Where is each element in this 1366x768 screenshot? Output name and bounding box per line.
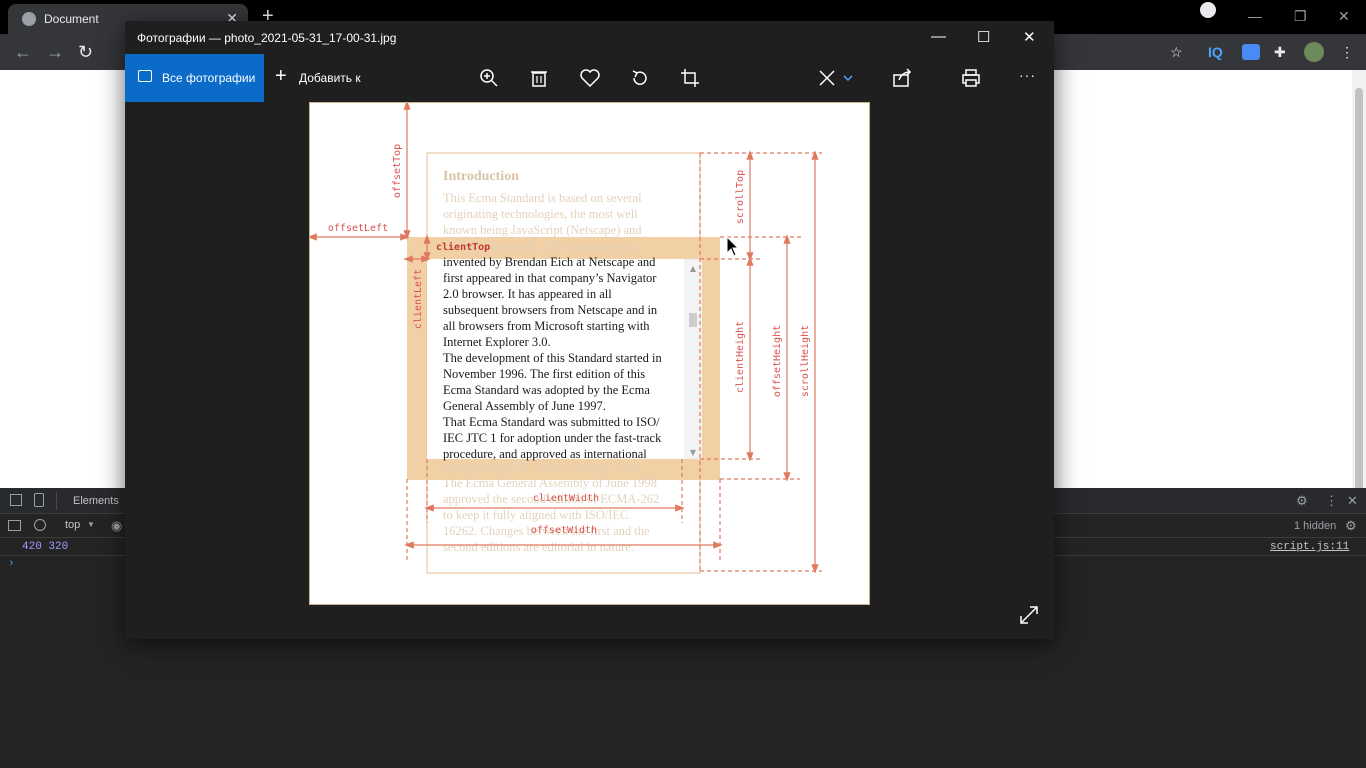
label-scroll-top: scrollTop [735,170,746,224]
crop-icon[interactable] [678,66,702,90]
inner-scrollbar-thumb [689,313,697,327]
svg-text:▼: ▼ [690,448,697,457]
rotate-icon[interactable] [628,66,652,90]
avatar[interactable] [1304,42,1324,62]
document-text-line: General Assembly of June 1997. [443,399,606,413]
profile-menu-icon[interactable] [1200,2,1216,18]
faded-text-line: standard ISO/IEC 16262, in April 1998. [443,460,643,474]
globe-icon [22,12,36,26]
faded-text-line: second editions are editorial in nature. [443,540,634,554]
inspect-element-icon[interactable] [10,494,22,506]
document-text-line: first appeared in that company’s Navigat… [443,271,657,285]
label-offset-top: offsetTop [392,144,403,198]
document-text-line: The development of this Standard started… [443,351,662,365]
all-photos-button[interactable]: Все фотографии [125,54,264,102]
element-metrics-diagram: ▲ ▼ Introduction This Ecma Standard is ba… [307,100,822,574]
faded-text-line: This Ecma Standard is based on several [443,191,642,205]
log-source-link[interactable]: script.js:11 [1270,541,1349,553]
iq-extension-icon[interactable]: IQ [1208,44,1223,60]
all-photos-label: Все фотографии [162,71,256,85]
photos-window: Фотографии — photo_2021-05-31_17-00-31.j… [125,21,1054,639]
document-text-line: IEC JTC 1 for adoption under the fast-tr… [443,431,662,445]
add-to-label: Добавить к [299,71,361,85]
close-button[interactable]: ✕ [1338,8,1350,25]
extensions-puzzle-icon[interactable]: ✚ [1274,44,1286,61]
chevron-down-icon[interactable] [841,66,855,90]
heart-icon[interactable] [578,66,602,90]
inner-scrollbar [684,258,702,460]
photos-maximize-button[interactable]: ☐ [977,28,990,46]
label-client-width: clientWidth [533,493,599,504]
forward-button[interactable]: → [46,42,64,63]
photos-titlebar: Фотографии — photo_2021-05-31_17-00-31.j… [125,21,1054,54]
mouse-cursor [726,236,740,257]
tab-elements[interactable]: Elements [73,495,119,507]
chevron-down-icon: ▼ [87,520,95,529]
document-text-line: Internet Explorer 3.0. [443,335,551,349]
sidebar-toggle-icon[interactable] [8,520,21,531]
photo-canvas: ▲ ▼ Introduction This Ecma Standard is ba… [307,100,870,605]
label-offset-height: offsetHeight [772,325,783,397]
plus-icon: + [275,65,287,87]
page-scrollbar[interactable] [1352,70,1366,518]
back-button[interactable]: ← [14,42,32,63]
document-text-line: November 1996. The first edition of this [443,367,645,381]
settings-gear-icon[interactable]: ⚙ [1296,493,1308,509]
minimize-button[interactable]: — [1248,8,1262,24]
faded-text-line: originating technologies, the most well [443,207,638,221]
log-message: 420 320 [22,541,69,553]
label-client-height: clientHeight [735,321,746,393]
translate-extension-icon[interactable] [1242,44,1260,60]
clear-console-icon[interactable] [34,519,46,531]
label-scroll-height: scrollHeight [800,325,811,397]
bookmark-star-icon[interactable]: ☆ [1170,44,1183,61]
restore-button[interactable]: ❐ [1294,8,1307,25]
label-offset-left: offsetLeft [328,223,388,234]
photos-window-title: Фотографии — photo_2021-05-31_17-00-31.j… [137,31,397,45]
divider [56,492,57,510]
console-settings-icon[interactable]: ⚙ [1345,518,1357,534]
photos-toolbar: Все фотографии + Добавить к ··· [125,54,1054,102]
console-prompt[interactable]: › [8,558,15,570]
faded-text-line: to keep it fully aligned with ISO/IEC [443,508,628,522]
context-selector[interactable]: top [65,519,80,531]
document-text-line: That Ecma Standard was submitted to ISO/ [443,415,660,429]
browser-tab-title: Document [44,12,99,26]
share-icon[interactable] [890,66,914,90]
photos-close-button[interactable]: ✕ [1023,28,1036,46]
photos-minimize-button[interactable]: — [931,28,946,45]
devtools-menu-icon[interactable]: ⋮ [1325,493,1338,509]
reload-button[interactable]: ↻ [78,42,93,63]
faded-text-line: The Ecma General Assembly of June 1998 [443,476,657,490]
document-text-line: subsequent browsers from Netscape and in [443,303,658,317]
devtools-close-icon[interactable]: ✕ [1347,493,1358,509]
delete-icon[interactable] [527,66,551,90]
document-text-line: all browsers from Microsoft starting wit… [443,319,650,333]
photo-icon [138,70,152,82]
browser-window-controls: — ❐ ✕ [1186,0,1366,34]
eye-icon[interactable]: ◉ [111,518,122,534]
faded-text-line: known being JavaScript (Netscape) and [443,223,642,237]
document-text-line: invented by Brendan Eich at Netscape and [443,255,656,269]
svg-text:▲: ▲ [690,264,697,273]
browser-menu-icon[interactable]: ⋮ [1340,44,1354,61]
edit-icon[interactable] [815,66,839,90]
fullscreen-icon[interactable] [1017,603,1041,627]
label-offset-width: offsetWidth [531,525,597,536]
print-icon[interactable] [959,66,983,90]
document-text-line: 2.0 browser. It has appeared in all [443,287,612,301]
more-icon[interactable]: ··· [1019,67,1036,83]
document-text-line: Ecma Standard was adopted by the Ecma [443,383,650,397]
diagram-heading: Introduction [443,169,519,184]
device-toolbar-icon[interactable] [34,493,44,507]
document-text-line: procedure, and approved as international [443,447,647,461]
zoom-in-icon[interactable] [477,66,501,90]
label-client-left: clientLeft [413,269,424,329]
label-client-top: clientTop [436,241,490,253]
hidden-messages-count: 1 hidden [1294,520,1337,532]
